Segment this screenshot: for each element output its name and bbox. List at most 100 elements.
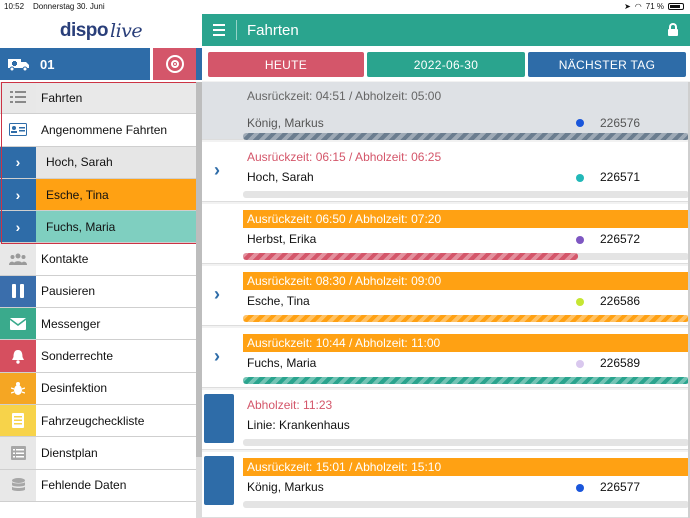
- trip-card[interactable]: Ausrückzeit: 15:01 / Abholzeit: 15:10 Kö…: [202, 452, 690, 518]
- lock-icon[interactable]: [668, 23, 678, 36]
- sidebar-item-sonderrechte[interactable]: Sonderrechte: [0, 340, 202, 373]
- sidebar-item-label: Messenger: [36, 308, 202, 340]
- trip-progress-fill: [243, 133, 689, 140]
- sidebar-item-hoch-sarah[interactable]: › Hoch, Sarah: [0, 146, 202, 179]
- trip-progress-bar: [243, 501, 689, 508]
- trip-card[interactable]: Ausrückzeit: 06:50 / Abholzeit: 07:20 He…: [202, 204, 690, 264]
- trip-card[interactable]: › Ausrückzeit: 10:44 / Abholzeit: 11:00 …: [202, 328, 690, 388]
- ambulance-icon: [8, 58, 29, 71]
- trip-progress-bar: [243, 253, 689, 260]
- trip-number: 226586: [600, 294, 641, 308]
- sidebar-item-label: Fahrten: [36, 82, 202, 114]
- trip-card[interactable]: › Ausrückzeit: 08:30 / Abholzeit: 09:00 …: [202, 266, 690, 326]
- trip-progress-bar: [243, 439, 689, 446]
- sidebar-item-kontakte[interactable]: Kontakte: [0, 243, 202, 276]
- status-signal-button[interactable]: [153, 48, 196, 80]
- trip-progress-bar: [243, 191, 689, 198]
- battery-icon: [668, 3, 684, 10]
- logo-live: live: [110, 20, 143, 42]
- sidebar-item-desinfektion[interactable]: Desinfektion: [0, 372, 202, 405]
- sidebar-item-fuchs-maria[interactable]: › Fuchs, Maria: [0, 211, 202, 244]
- wifi-icon: ◠: [634, 2, 642, 11]
- sidebar-item-fehlende-daten[interactable]: Fehlende Daten: [0, 469, 202, 502]
- app-logo: dispo live: [0, 14, 202, 48]
- trip-patient-name: Esche, Tina: [247, 294, 310, 308]
- sidebar-item-label: Pausieren: [36, 275, 202, 308]
- bell-icon: [0, 340, 36, 372]
- sidebar-item-label: Fehlende Daten: [36, 469, 202, 501]
- sidebar-item-label: Fahrzeugcheckliste: [36, 404, 202, 437]
- sidebar-menu: Fahrten Angenommene Fahrten › Hoch, Sara…: [0, 82, 202, 502]
- app-screen: 10:52 Donnerstag 30. Juni ➤ ◠ 71 % dispo…: [0, 0, 690, 518]
- sidebar-item-dienstplan[interactable]: Dienstplan: [0, 437, 202, 470]
- tab-next-day[interactable]: NÄCHSTER TAG: [528, 52, 686, 77]
- chevron-right-icon: ›: [214, 160, 220, 180]
- trip-patient-name: König, Markus: [247, 116, 324, 130]
- trip-patient-name: Hoch, Sarah: [247, 170, 314, 184]
- top-app-bar: Fahrten: [202, 14, 690, 46]
- trip-card[interactable]: › Ausrückzeit: 06:15 / Abholzeit: 06:25 …: [202, 142, 690, 202]
- sidebar-item-label: Angenommene Fahrten: [36, 114, 202, 146]
- id-card-icon: [0, 114, 36, 146]
- tab-date[interactable]: 2022-06-30: [367, 52, 525, 77]
- sidebar-item-fahrten[interactable]: Fahrten: [0, 82, 202, 115]
- chevron-right-icon: ›: [0, 146, 36, 178]
- vehicle-button[interactable]: 01: [0, 48, 150, 80]
- trip-patient-name: Herbst, Erika: [247, 232, 317, 246]
- trip-color-dot: [576, 484, 584, 492]
- trip-patient-name: Fuchs, Maria: [247, 356, 317, 370]
- page-title: Fahrten: [247, 21, 299, 39]
- vehicle-number: 01: [40, 56, 55, 72]
- trip-card[interactable]: Ausrückzeit: 04:51 / Abholzeit: 05:00 Kö…: [202, 82, 690, 140]
- envelope-icon: [0, 308, 36, 340]
- trip-time: Abholzeit: 11:23: [247, 398, 333, 412]
- status-bar: 10:52 Donnerstag 30. Juni ➤ ◠ 71 %: [0, 0, 690, 14]
- trip-list: Ausrückzeit: 04:51 / Abholzeit: 05:00 Kö…: [202, 82, 690, 518]
- main-panel: Fahrten HEUTE 2022-06-30 NÄCHSTER TAG Au…: [202, 14, 690, 518]
- sidebar-item-angenommene-fahrten[interactable]: Angenommene Fahrten: [0, 114, 202, 147]
- hamburger-menu-icon[interactable]: [202, 14, 236, 46]
- trip-time: Ausrückzeit: 04:51 / Abholzeit: 05:00: [247, 89, 442, 103]
- bug-icon: [0, 372, 36, 404]
- tab-today[interactable]: HEUTE: [208, 52, 364, 77]
- trip-patient-name: König, Markus: [247, 480, 324, 494]
- sidebar-item-label: Fuchs, Maria: [36, 211, 202, 243]
- chevron-right-icon: ›: [0, 211, 36, 243]
- day-tabs: HEUTE 2022-06-30 NÄCHSTER TAG: [202, 46, 690, 81]
- trip-progress-fill: [243, 377, 689, 384]
- sidebar-item-label: Esche, Tina: [36, 178, 202, 211]
- database-icon: [0, 469, 36, 501]
- sidebar-item-label: Desinfektion: [36, 372, 202, 404]
- trip-number: 226577: [600, 480, 641, 494]
- trip-time: Ausrückzeit: 08:30 / Abholzeit: 09:00: [243, 272, 689, 290]
- sidebar-item-fahrzeugcheckliste[interactable]: Fahrzeugcheckliste: [0, 404, 202, 438]
- status-date: Donnerstag 30. Juni: [33, 2, 105, 11]
- trip-number: 226576: [600, 116, 641, 130]
- calendar-list-icon: [0, 437, 36, 469]
- trip-progress-fill: [243, 253, 578, 260]
- sidebar-item-label: Kontakte: [36, 243, 202, 275]
- trip-status-block: [204, 394, 234, 443]
- vehicle-bar: 01: [0, 48, 202, 80]
- trip-time: Ausrückzeit: 10:44 / Abholzeit: 11:00: [243, 334, 689, 352]
- trip-progress-bar: [243, 133, 689, 140]
- trip-color-dot: [576, 360, 584, 368]
- sidebar-item-label: Hoch, Sarah: [36, 146, 202, 178]
- trip-number: 226572: [600, 232, 641, 246]
- trip-time: Ausrückzeit: 15:01 / Abholzeit: 15:10: [243, 458, 689, 476]
- pause-icon: [0, 275, 36, 308]
- sidebar-item-pausieren[interactable]: Pausieren: [0, 275, 202, 309]
- trip-card[interactable]: Abholzeit: 11:23 Linie: Krankenhaus: [202, 390, 690, 450]
- trip-status-block: [204, 456, 234, 505]
- sidebar-item-esche-tina[interactable]: › Esche, Tina: [0, 178, 202, 212]
- sidebar: dispo live 01 Fahrten Angenommene Fahrte…: [0, 14, 202, 518]
- sidebar-item-messenger[interactable]: Messenger: [0, 308, 202, 341]
- sidebar-item-label: Dienstplan: [36, 437, 202, 469]
- trip-time: Ausrückzeit: 06:15 / Abholzeit: 06:25: [247, 150, 442, 164]
- trip-progress-bar: [243, 377, 689, 384]
- location-icon: ➤: [624, 2, 631, 11]
- trip-number: 226571: [600, 170, 641, 184]
- trip-progress-bar: [243, 315, 689, 322]
- chevron-right-icon: ›: [214, 284, 220, 304]
- chevron-right-icon: ›: [214, 346, 220, 366]
